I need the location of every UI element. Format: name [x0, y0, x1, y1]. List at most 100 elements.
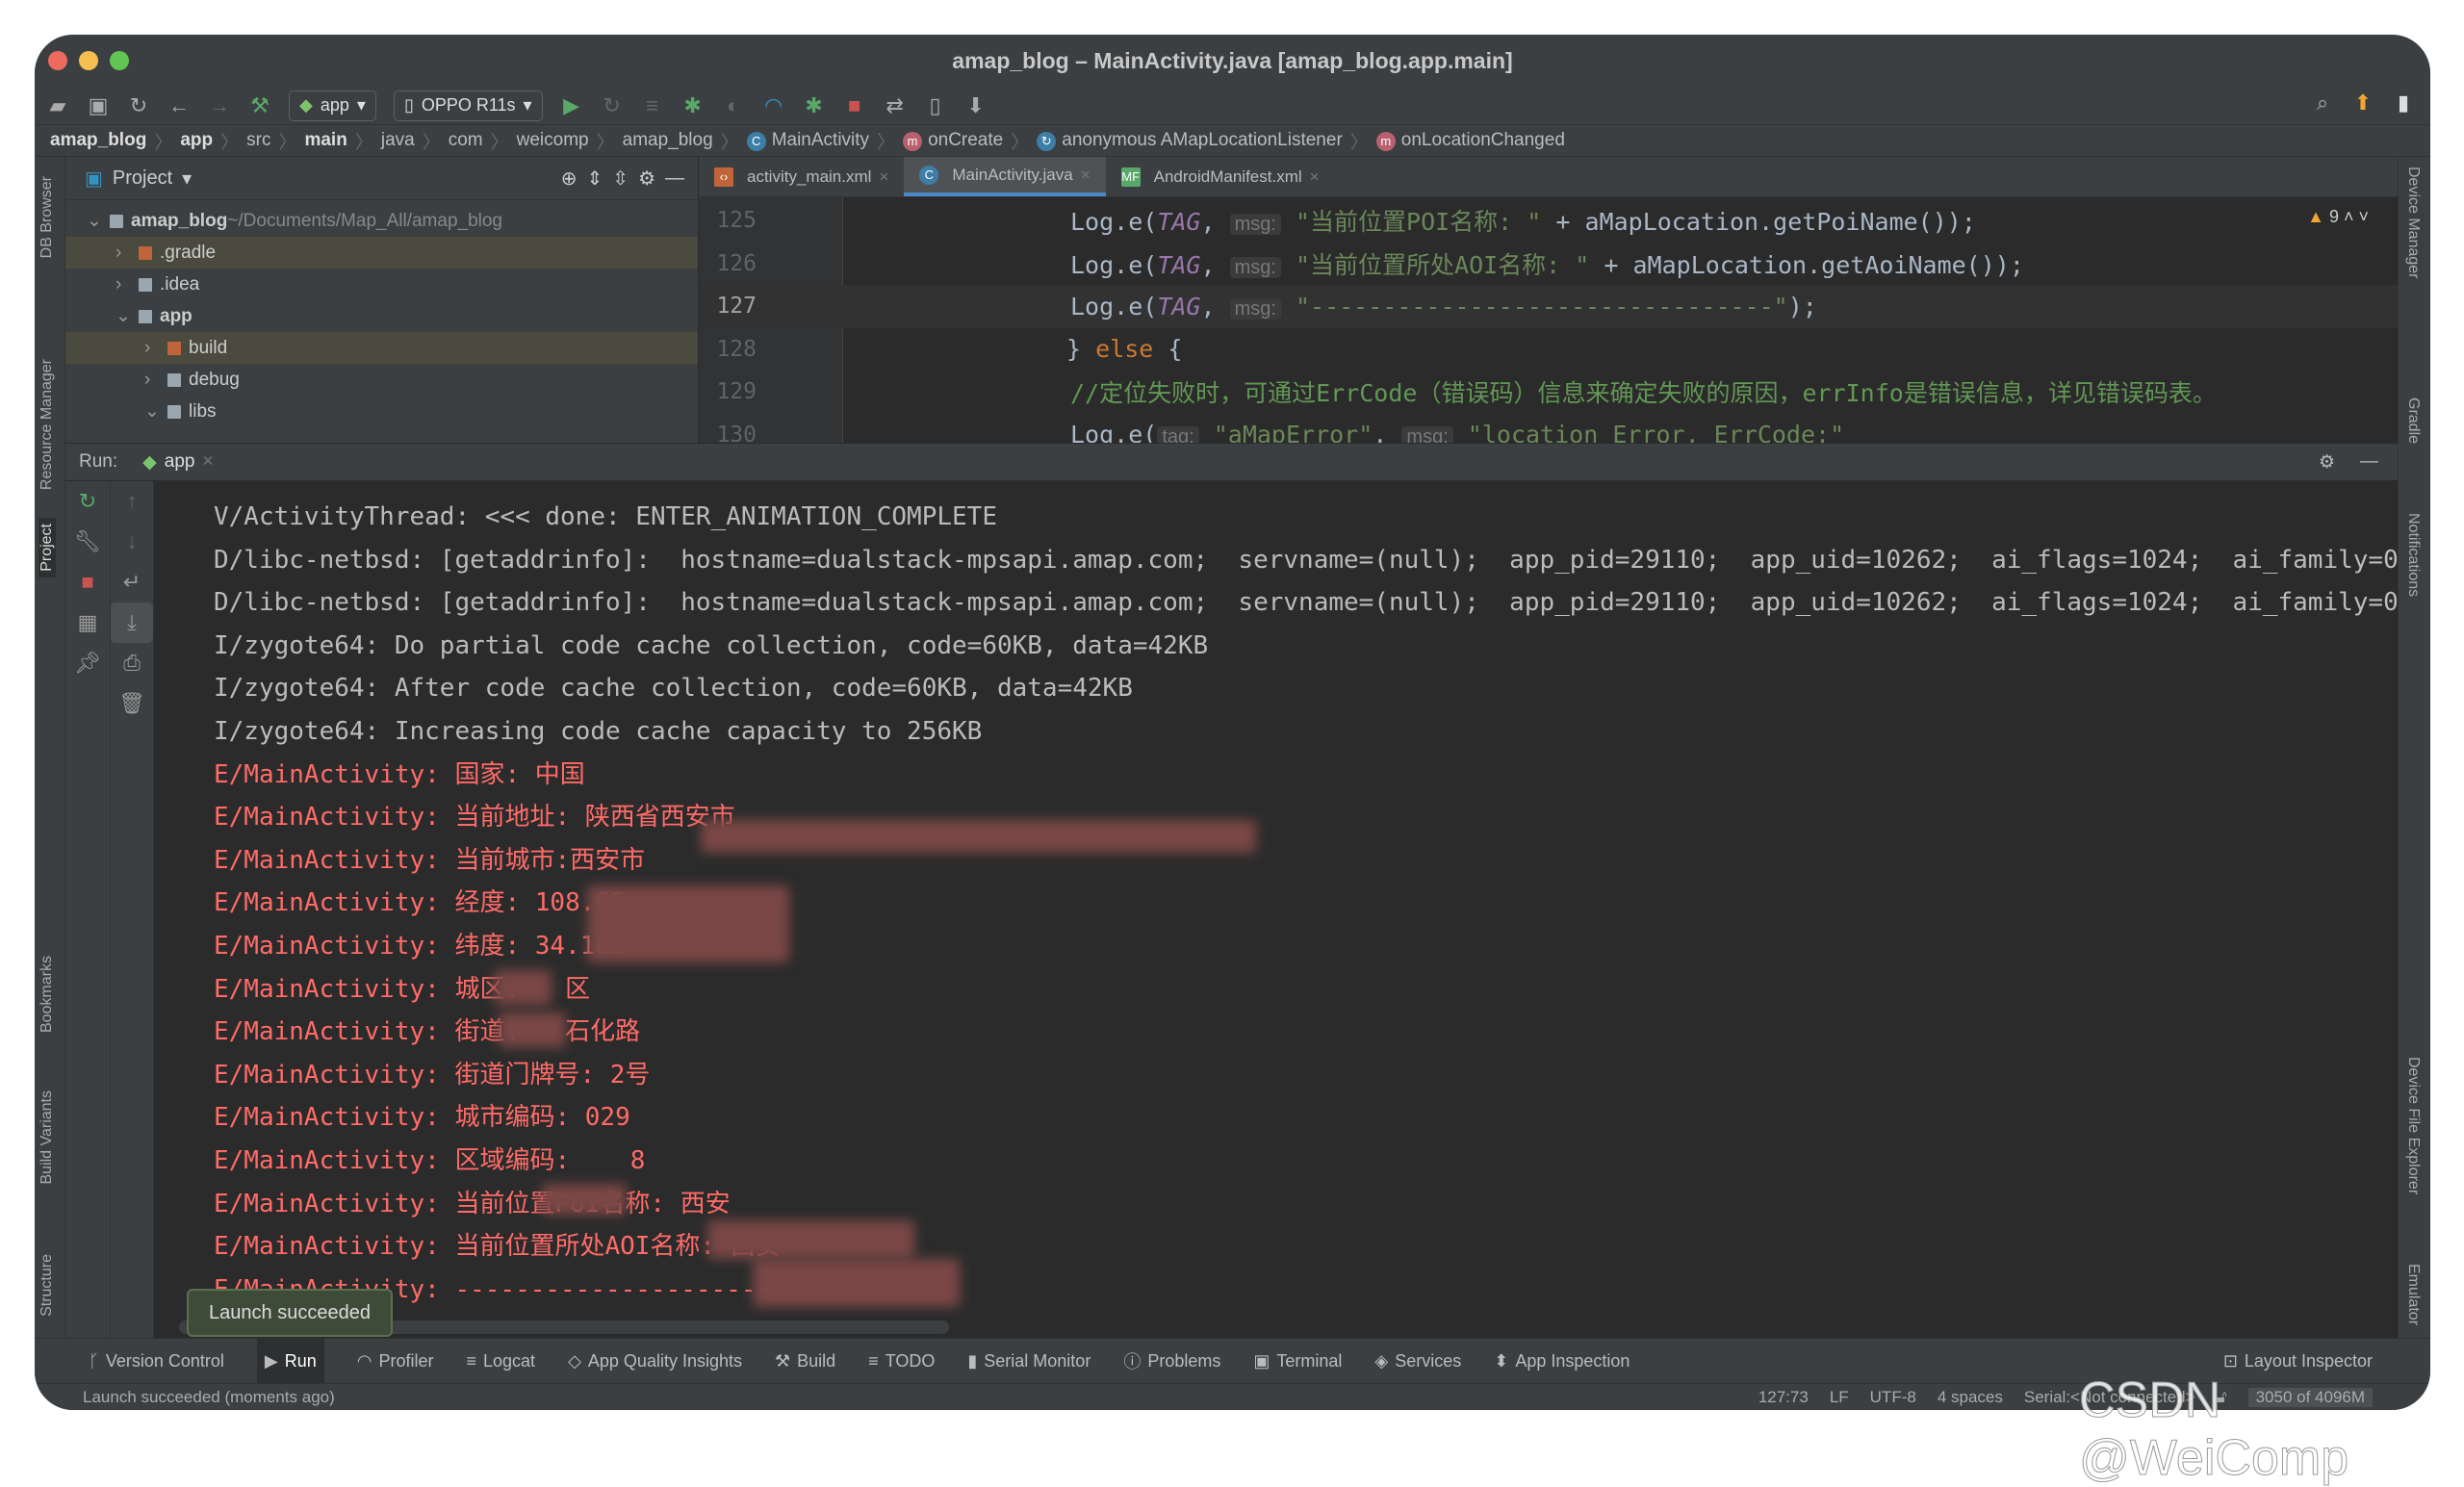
breadcrumb-item[interactable]: ↻ anonymous AMapLocationListener — [1037, 130, 1343, 151]
gear-icon[interactable]: ⚙ — [638, 167, 655, 191]
stripe-gradle[interactable]: Gradle — [2404, 397, 2422, 444]
attach-debugger-icon[interactable]: ✱ — [803, 93, 826, 118]
minimize-button[interactable] — [79, 51, 98, 70]
debug-icon[interactable]: ✱ — [681, 93, 705, 118]
breadcrumb-item[interactable]: m onLocationChanged — [1375, 130, 1565, 151]
breadcrumb-item[interactable]: app — [180, 130, 213, 151]
stripe-db-browser[interactable]: DB Browser — [38, 176, 56, 258]
tool-window-run[interactable]: ▶ Run — [256, 1339, 324, 1383]
file-encoding[interactable]: UTF-8 — [1870, 1388, 1916, 1407]
tool-window-profiler[interactable]: ◠ Profiler — [357, 1339, 434, 1383]
collapse-all-icon[interactable]: ⇳ — [612, 167, 629, 191]
stripe-structure[interactable]: Structure — [38, 1254, 56, 1317]
run-icon[interactable]: ▶ — [560, 93, 583, 118]
tree-item[interactable]: › .idea — [65, 269, 698, 300]
tool-window-serial-monitor[interactable]: ▮ Serial Monitor — [967, 1339, 1091, 1383]
editor-tab[interactable]: MF AndroidManifest.xml × — [1106, 157, 1335, 196]
print-icon[interactable]: ⎙ — [111, 643, 153, 683]
search-icon[interactable]: ⌕ — [2311, 90, 2334, 115]
stripe-device-file-explorer[interactable]: Device File Explorer — [2404, 1057, 2422, 1194]
save-icon[interactable]: ▣ — [87, 93, 110, 118]
stripe-project[interactable]: Project — [38, 518, 56, 577]
tool-window-app-inspection[interactable]: ⬍ App Inspection — [1494, 1339, 1630, 1383]
stripe-build-variants[interactable]: Build Variants — [38, 1090, 56, 1185]
breadcrumb-item[interactable]: C MainActivity — [746, 130, 869, 151]
stop-icon[interactable]: ■ — [843, 93, 866, 118]
breadcrumb-item[interactable]: java — [381, 130, 415, 151]
wrench-icon[interactable]: 🔧︎ — [65, 522, 110, 562]
stripe-device-manager[interactable]: Device Manager — [2404, 167, 2422, 279]
indent-setting[interactable]: 4 spaces — [1938, 1388, 2003, 1407]
back-icon[interactable]: ← — [167, 93, 191, 118]
expand-all-icon[interactable]: ⇕ — [587, 167, 603, 191]
editor-tab[interactable]: ‹› activity_main.xml × — [699, 157, 904, 196]
run-tab-app[interactable]: ◆ app × — [142, 451, 213, 474]
soft-wrap-icon[interactable]: ↵ — [111, 562, 153, 602]
project-view-select[interactable]: Project — [113, 167, 172, 190]
stripe-bookmarks[interactable]: Bookmarks — [38, 956, 56, 1033]
close-button[interactable] — [48, 51, 67, 70]
caret-position[interactable]: 127:73 — [1758, 1388, 1809, 1407]
breadcrumb-item[interactable]: m onCreate — [903, 130, 1003, 151]
breadcrumb-item[interactable]: amap_blog — [623, 130, 713, 151]
close-icon[interactable]: × — [1310, 167, 1320, 187]
pin-icon[interactable]: 📌︎ — [65, 643, 110, 683]
chevron-down-icon[interactable]: ▾ — [182, 167, 192, 191]
build-hammer-icon[interactable]: ⚒ — [248, 93, 271, 118]
tool-window-logcat[interactable]: ≡ Logcat — [467, 1339, 536, 1383]
chevron-down-icon[interactable]: ⌄ — [87, 210, 110, 232]
arrow-down-icon[interactable]: ↓ — [111, 522, 153, 562]
chevron-right-icon[interactable]: › — [144, 338, 167, 359]
chevron-right-icon[interactable]: › — [116, 243, 139, 264]
close-icon[interactable]: × — [879, 167, 888, 187]
update-icon[interactable]: ⬆ — [2351, 90, 2374, 115]
run-config-select[interactable]: ◆ app ▾ — [289, 90, 376, 121]
trash-icon[interactable]: 🗑︎ — [111, 683, 153, 724]
stripe-emulator[interactable]: Emulator — [2404, 1264, 2422, 1325]
inspection-widget[interactable]: ▲ 9 ˄ ˅ — [2307, 207, 2369, 227]
breadcrumb-item[interactable]: com — [449, 130, 483, 151]
apply-code-icon[interactable]: ≡ — [641, 93, 664, 118]
tree-item[interactable]: › build — [65, 332, 698, 364]
sdk-manager-icon[interactable]: ⬇ — [964, 93, 988, 118]
tree-item[interactable]: ⌄ amap_blog ~/Documents/Map_All/amap_blog — [65, 205, 698, 237]
stop-icon[interactable]: ■ — [65, 562, 110, 602]
close-icon[interactable]: × — [202, 451, 213, 473]
forward-icon[interactable]: → — [208, 93, 231, 118]
tool-window-problems[interactable]: ⓘ Problems — [1123, 1339, 1220, 1383]
zoom-button[interactable] — [110, 51, 129, 70]
tool-window-app-quality-insights[interactable]: ◇ App Quality Insights — [568, 1339, 742, 1383]
code-editor[interactable]: ‹› activity_main.xml × C MainActivity.java × M… — [699, 157, 2398, 449]
tool-window-terminal[interactable]: ▣ Terminal — [1253, 1339, 1342, 1383]
tree-item[interactable]: ⌄ libs — [65, 396, 698, 427]
hide-icon[interactable]: — — [2360, 451, 2378, 473]
chevron-right-icon[interactable]: › — [116, 274, 139, 295]
coverage-icon[interactable]: ◐ — [722, 93, 745, 118]
tree-item[interactable]: › .gradle — [65, 237, 698, 269]
device-manager-icon[interactable]: ▯ — [924, 93, 947, 118]
stripe-resource-manager[interactable]: Resource Manager — [38, 359, 56, 490]
tool-window-services[interactable]: ◈ Services — [1374, 1339, 1461, 1383]
sync-icon[interactable]: ↻ — [127, 93, 150, 118]
apply-changes-icon[interactable]: ↻ — [601, 93, 624, 118]
tool-window-version-control[interactable]: ᚴ Version Control — [89, 1339, 224, 1383]
rerun-icon[interactable]: ↻ — [65, 481, 110, 522]
console-output[interactable]: E/MainActivity: ------------------------… — [154, 481, 2398, 1372]
tool-window-todo[interactable]: ≡ TODO — [868, 1339, 935, 1383]
chevron-right-icon[interactable]: › — [144, 370, 167, 391]
breadcrumb-item[interactable]: amap_blog — [50, 130, 146, 151]
close-icon[interactable]: × — [1081, 166, 1091, 185]
editor-tab[interactable]: C MainActivity.java × — [904, 157, 1106, 196]
stripe-notifications[interactable]: Notifications — [2404, 513, 2422, 597]
chevron-down-icon[interactable]: ⌄ — [144, 400, 167, 423]
breadcrumb-item[interactable]: weicomp — [517, 130, 589, 151]
hide-icon[interactable]: — — [665, 167, 684, 190]
device-select[interactable]: ▯ OPPO R11s ▾ — [393, 90, 543, 121]
profile-icon[interactable]: ◠ — [762, 93, 785, 118]
scroll-to-end-icon[interactable]: ⤓ — [111, 602, 153, 643]
locate-icon[interactable]: ⊕ — [561, 167, 578, 191]
gradle-sync-icon[interactable]: ⇄ — [884, 93, 907, 118]
chevron-down-icon[interactable]: ⌄ — [116, 305, 139, 327]
arrow-up-icon[interactable]: ↑ — [111, 481, 153, 522]
line-separator[interactable]: LF — [1830, 1388, 1849, 1407]
